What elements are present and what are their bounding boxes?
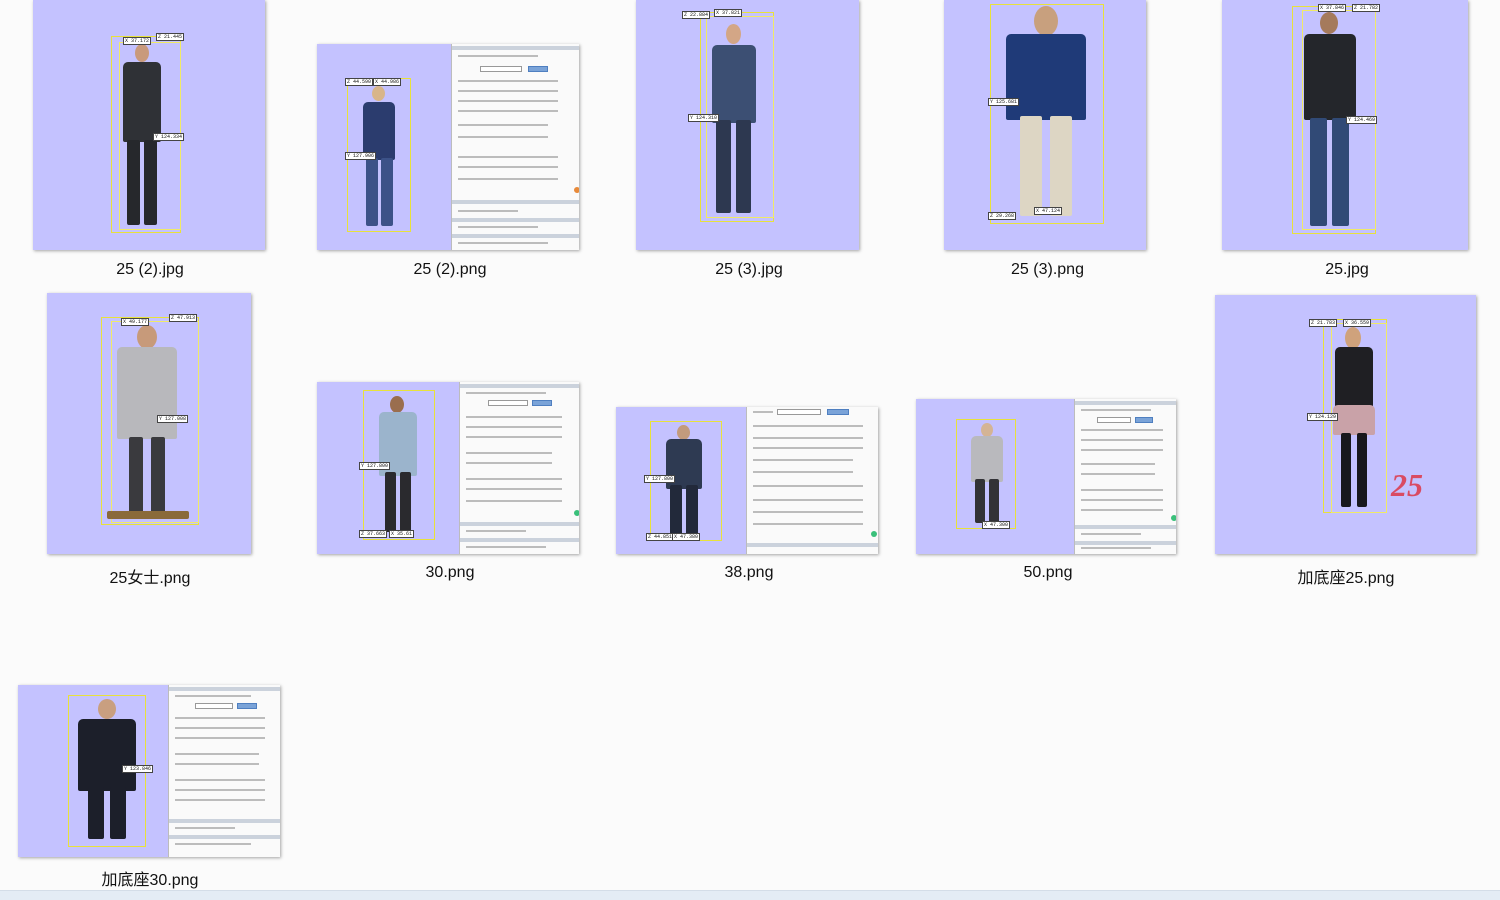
file-thumbnail: Z 21.783 X 36.559 Y 124.129 25 (1215, 295, 1476, 554)
file-name: 25 (2).png (413, 261, 487, 278)
dimension-tag: X 47.300 (982, 521, 1011, 529)
file-thumbnail: Y 127.800 Z 44.851 X 47.380 (616, 407, 878, 554)
file-name: 38.png (724, 564, 774, 581)
file-item[interactable]: Y 123.846 加底座30.png (14, 684, 286, 894)
file-item[interactable]: X 37.846 Z 21.782 Y 124.469 25.jpg (1218, 0, 1476, 285)
person-figure (966, 421, 1008, 527)
properties-panel (1074, 399, 1176, 554)
dimension-tag: X 37.846 (1318, 4, 1347, 12)
properties-panel (459, 382, 579, 554)
dimension-tag: Y 123.846 (122, 765, 154, 773)
dimension-tag: Y 124.469 (1346, 116, 1378, 124)
dimension-tag: Y 124.310 (688, 114, 720, 122)
dimension-tag: Z 21.783 (1309, 319, 1338, 327)
dimension-tag: Z 21.445 (156, 33, 185, 41)
file-thumbnail: Y 127.800 Z 37.663 X 35.61 (317, 382, 579, 554)
dimension-tag: Z 44.590 (345, 78, 374, 86)
dimension-tag: Y 127.906 (345, 152, 377, 160)
dimension-tag: Z 29.268 (988, 212, 1017, 220)
dimension-tag: Y 124.129 (1307, 413, 1339, 421)
file-item[interactable]: X 47.300 50.png (912, 293, 1184, 588)
file-name: 25 (2).jpg (116, 261, 184, 278)
dimension-tag: Y 127.800 (644, 475, 676, 483)
file-item[interactable]: Z 21.783 X 36.559 Y 124.129 25 加底座25.png (1210, 293, 1482, 588)
file-name: 25 (3).png (1011, 261, 1084, 278)
dimension-tag: Y 124.334 (153, 133, 185, 141)
file-thumbnail: Y 125.681 Z 29.268 X 47.124 (944, 0, 1146, 250)
file-item[interactable]: X 37.172 Z 21.445 Y 124.334 25 (2).jpg (30, 0, 270, 285)
dimension-tag: X 37.821 (714, 9, 743, 17)
dimension-tag: Y 127.800 (359, 462, 391, 470)
file-name: 25女士.png (109, 570, 191, 587)
person-figure (994, 4, 1100, 220)
file-name: 30.png (425, 564, 475, 581)
file-thumbnail: X 37.846 Z 21.782 Y 124.469 (1222, 0, 1468, 250)
dimension-tag: Y 127.008 (157, 415, 189, 423)
file-name: 25.jpg (1325, 261, 1369, 278)
file-thumbnail: X 47.300 (916, 399, 1176, 554)
handwritten-number: 25 (1391, 467, 1423, 503)
file-item[interactable]: Z 44.590 X 44.986 Y 127.906 25 (2).png (315, 0, 585, 285)
file-thumbnail: X 37.172 Z 21.445 Y 124.334 (33, 0, 265, 250)
file-name: 50.png (1023, 564, 1073, 581)
dimension-tag: Z 21.782 (1352, 4, 1381, 12)
file-name: 加底座25.png (1297, 570, 1395, 587)
properties-panel (746, 407, 878, 554)
file-thumbnail: Y 123.846 (18, 685, 280, 857)
dimension-tag: X 49.177 (121, 318, 150, 326)
file-item[interactable]: Y 125.681 Z 29.268 X 47.124 25 (3).png (940, 0, 1155, 285)
dimension-tag: Z 47.913 (169, 314, 198, 322)
file-thumbnail: Z 22.884 X 37.821 Y 124.310 (636, 0, 859, 250)
properties-panel (168, 685, 280, 857)
dimension-tag: Y 125.681 (988, 98, 1020, 106)
file-name: 25 (3).jpg (715, 261, 783, 278)
dimension-tag: Z 44.851 (646, 533, 675, 541)
dimension-tag: X 47.380 (672, 533, 701, 541)
file-item[interactable]: Y 127.800 Z 37.663 X 35.61 30.png (315, 293, 585, 588)
dimension-tag: X 44.986 (373, 78, 402, 86)
file-name: 加底座30.png (101, 872, 199, 889)
dimension-tag: Z 37.663 (359, 530, 388, 538)
dimension-tag: Z 22.884 (682, 11, 711, 19)
file-item[interactable]: Y 127.800 Z 44.851 X 47.380 38.png (613, 293, 885, 588)
properties-panel (451, 44, 579, 250)
dimension-tag: X 35.61 (389, 530, 415, 538)
file-thumbnail: X 49.177 Z 47.913 Y 127.008 (47, 293, 251, 554)
file-item[interactable]: Z 22.884 X 37.821 Y 124.310 25 (3).jpg (633, 0, 865, 285)
file-thumbnail: Z 44.590 X 44.986 Y 127.906 (317, 44, 579, 250)
dimension-tag: X 36.559 (1343, 319, 1372, 327)
dimension-tag: X 37.172 (123, 37, 152, 45)
bottom-edge (0, 890, 1500, 900)
dimension-tag: X 47.124 (1034, 207, 1063, 215)
file-item[interactable]: X 49.177 Z 47.913 Y 127.008 25女士.png (44, 293, 256, 588)
